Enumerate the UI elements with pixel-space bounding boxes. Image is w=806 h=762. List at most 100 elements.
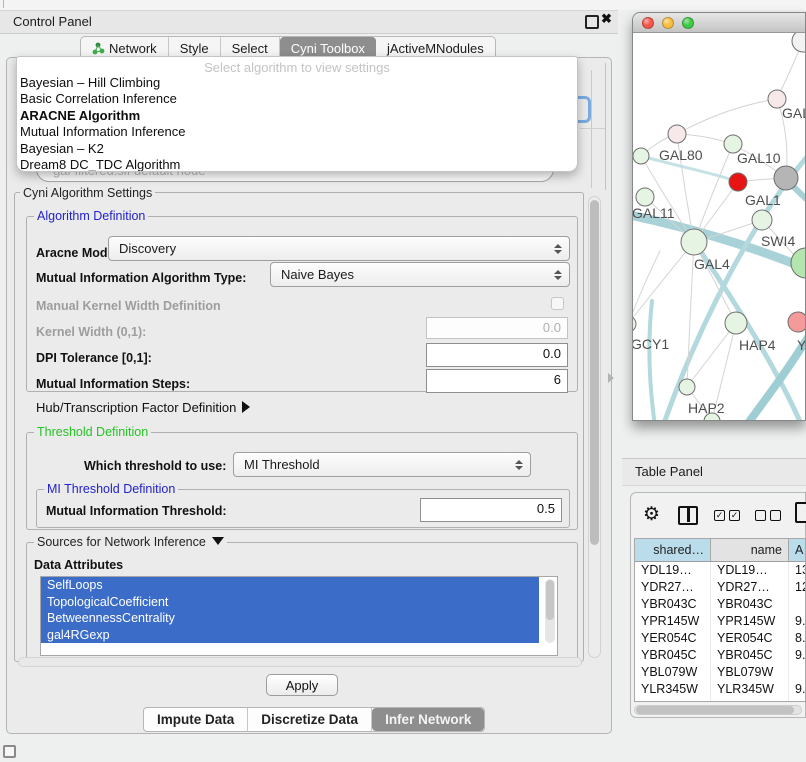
- network-window[interactable]: GAL80GALGAL10GAL11GAL1SWI4GAL4GCY1HAP4YH…: [632, 12, 806, 421]
- minimized-window-icon[interactable]: [3, 745, 16, 758]
- network-graph: GAL80GALGAL10GAL11GAL1SWI4GAL4GCY1HAP4YH…: [633, 33, 806, 421]
- network-edge[interactable]: [649, 301, 655, 421]
- aracne-mode-combo[interactable]: Discovery: [108, 236, 570, 261]
- network-node[interactable]: [633, 148, 649, 164]
- manual-kernel-width-checkbox[interactable]: [551, 297, 564, 310]
- network-node[interactable]: [788, 312, 806, 332]
- which-threshold-label: Which threshold to use:: [84, 459, 226, 473]
- table-cell: YIL052C: [635, 698, 711, 702]
- algorithm-option-basic-correlation-inference[interactable]: Basic Correlation Inference: [17, 91, 577, 107]
- table-row[interactable]: YDL19…YDL19…13: [635, 562, 805, 579]
- mi-steps-label: Mutual Information Steps:: [36, 377, 190, 391]
- which-threshold-combo[interactable]: MI Threshold: [233, 452, 531, 477]
- hide-columns-icon[interactable]: [755, 510, 781, 521]
- table-row[interactable]: YBR043CYBR043C: [635, 596, 805, 613]
- network-node[interactable]: [791, 248, 806, 278]
- table-row[interactable]: YBL079WYBL079W: [635, 664, 805, 681]
- attribute-item-selfloops[interactable]: SelfLoops: [41, 577, 539, 594]
- network-node[interactable]: [636, 188, 654, 206]
- network-node[interactable]: [679, 379, 695, 395]
- table-cell: YLR345W: [711, 681, 789, 698]
- table-cell: YDL19…: [711, 562, 789, 579]
- algorithm-option-dream8-dc-tdc-algorithm[interactable]: Dream8 DC_TDC Algorithm: [17, 157, 577, 172]
- column-header-shared-name[interactable]: shared…: [635, 539, 711, 561]
- network-node[interactable]: [752, 210, 772, 230]
- float-window-icon[interactable]: [585, 15, 599, 29]
- network-node[interactable]: [725, 312, 747, 334]
- network-icon: [92, 42, 105, 55]
- table-cell: YLR345W: [635, 681, 711, 698]
- mi-algorithm-type-combo[interactable]: Naive Bayes: [270, 262, 570, 287]
- table-header-row: shared… name A: [635, 539, 805, 562]
- mi-steps-field[interactable]: 6: [426, 369, 568, 393]
- document-icon[interactable]: [795, 502, 806, 523]
- network-edge[interactable]: [687, 242, 694, 387]
- algorithm-option-mutual-information-inference[interactable]: Mutual Information Inference: [17, 124, 577, 140]
- gear-icon[interactable]: ⚙: [643, 503, 660, 526]
- close-panel-icon[interactable]: ✖: [601, 11, 612, 27]
- node-label-gal80: GAL80: [659, 147, 703, 163]
- table-row[interactable]: YIL052CYIL052C9.: [635, 698, 805, 702]
- network-node[interactable]: [681, 229, 707, 255]
- algorithm-option-bayesian-k2[interactable]: Bayesian – K2: [17, 141, 577, 157]
- sources-group-expander[interactable]: Sources for Network Inference: [34, 535, 227, 549]
- minimize-traffic-light[interactable]: [662, 17, 674, 29]
- table-row[interactable]: YLR345WYLR345W9.: [635, 681, 805, 698]
- kernel-width-field[interactable]: 0.0: [426, 317, 568, 339]
- apply-button[interactable]: Apply: [266, 674, 338, 696]
- panel-splitter-handle[interactable]: [608, 373, 614, 383]
- data-attributes-label: Data Attributes: [34, 558, 123, 572]
- table-cell: YDR27…: [711, 579, 789, 596]
- dpi-tolerance-field[interactable]: 0.0: [426, 343, 568, 367]
- settings-scrollbar-thumb[interactable]: [590, 200, 599, 545]
- aracne-mode-value: Discovery: [119, 241, 176, 256]
- table-row[interactable]: YBR045CYBR045C9.: [635, 647, 805, 664]
- table-row[interactable]: YDR27…YDR27…12: [635, 579, 805, 596]
- data-attributes-list: SelfLoopsTopologicalCoefficientBetweenne…: [40, 576, 558, 656]
- node-label-gal: GAL: [782, 105, 806, 121]
- table-scrollbar-thumb[interactable]: [636, 706, 794, 714]
- network-node[interactable]: [633, 316, 636, 332]
- mi-threshold-field[interactable]: 0.5: [420, 498, 562, 522]
- attribute-item-topologicalcoefficient[interactable]: TopologicalCoefficient: [41, 594, 539, 611]
- network-node[interactable]: [729, 173, 747, 191]
- table-cell: YBR043C: [635, 596, 711, 613]
- group-border-fragment: [591, 70, 592, 188]
- aracne-mode-label: Aracne Mode:: [36, 246, 119, 260]
- zoom-traffic-light[interactable]: [682, 17, 694, 29]
- bottom-tab-discretize-data[interactable]: Discretize Data: [248, 708, 372, 731]
- attribute-item-gal4rgexp[interactable]: gal4RGexp: [41, 627, 539, 644]
- expand-right-icon: [242, 401, 250, 413]
- hub-definition-expander[interactable]: Hub/Transcription Factor Definition: [36, 400, 250, 415]
- column-header-name[interactable]: name: [711, 539, 789, 561]
- table-row[interactable]: YPR145WYPR145W9.: [635, 613, 805, 630]
- algorithm-option-bayesian-hill-climbing[interactable]: Bayesian – Hill Climbing: [17, 75, 577, 91]
- node-label-hap4: HAP4: [739, 337, 776, 353]
- attribute-item-betweennesscentrality[interactable]: BetweennessCentrality: [41, 610, 539, 627]
- network-node[interactable]: [792, 33, 806, 52]
- bottom-tab-infer-network[interactable]: Infer Network: [372, 708, 484, 731]
- mi-algorithm-type-label: Mutual Information Algorithm Type:: [36, 271, 246, 285]
- settings-horizontal-scrollbar[interactable]: [18, 657, 582, 667]
- show-checked-columns-icon[interactable]: ✓✓: [714, 510, 740, 521]
- network-node[interactable]: [774, 166, 798, 190]
- group-border-fragment: [580, 128, 605, 129]
- attributes-scrollbar[interactable]: [545, 579, 555, 643]
- table-cell: [789, 596, 805, 613]
- cyni-algorithm-settings-title: Cyni Algorithm Settings: [20, 186, 155, 200]
- close-traffic-light[interactable]: [642, 17, 654, 29]
- network-node[interactable]: [668, 125, 686, 143]
- network-edge[interactable]: [677, 99, 777, 134]
- split-panel-icon[interactable]: [678, 506, 698, 525]
- column-header-clipped[interactable]: A: [789, 539, 805, 561]
- node-label-gcy1: GCY1: [633, 336, 669, 352]
- network-edge[interactable]: [694, 242, 736, 323]
- tab-label: jActiveMNodules: [387, 41, 484, 56]
- table-panel-title: Table Panel: [635, 464, 703, 479]
- network-window-titlebar[interactable]: [633, 13, 805, 33]
- network-canvas-container[interactable]: GAL80GALGAL10GAL11GAL1SWI4GAL4GCY1HAP4YH…: [633, 33, 806, 421]
- algorithm-option-aracne-algorithm[interactable]: ARACNE Algorithm: [17, 108, 577, 124]
- bottom-tab-impute-data[interactable]: Impute Data: [144, 708, 248, 731]
- network-edge[interactable]: [633, 242, 694, 324]
- table-row[interactable]: YER054CYER054C8.: [635, 630, 805, 647]
